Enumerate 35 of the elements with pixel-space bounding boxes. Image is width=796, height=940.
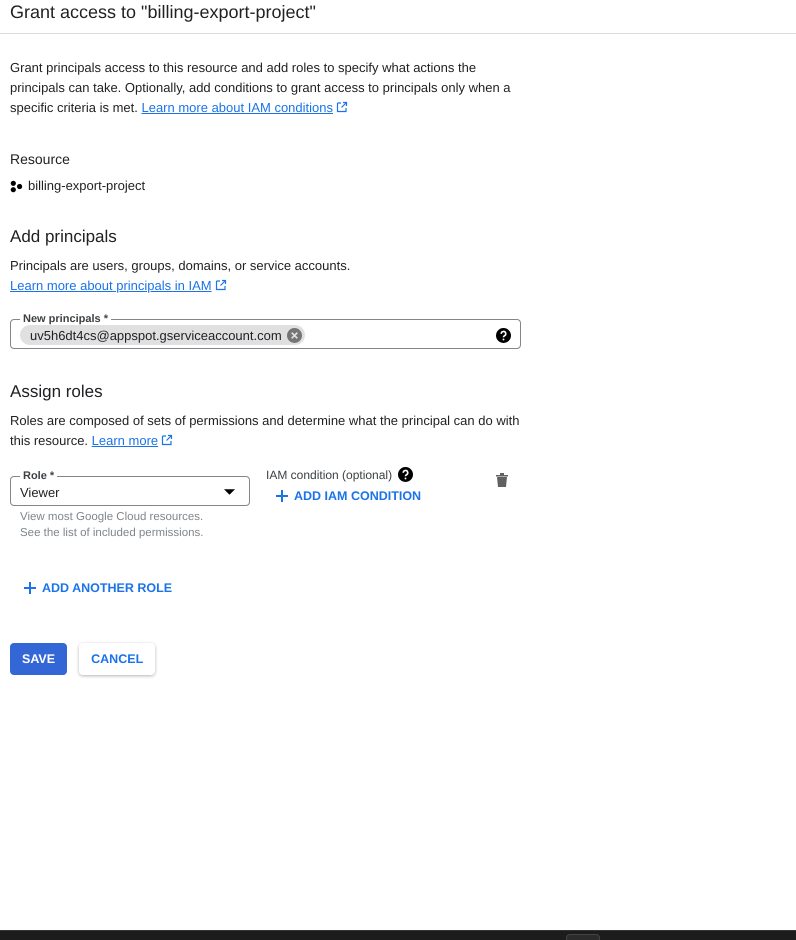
help-icon[interactable] (496, 328, 511, 342)
add-another-role-button[interactable]: ADD ANOTHER ROLE (24, 581, 172, 595)
principals-link[interactable]: Learn more about principals in IAM (10, 278, 212, 293)
role-hint: View most Google Cloud resources. (20, 510, 204, 525)
dialog-title: Grant access to "billing-export-project" (9, 1, 317, 24)
new-principals-field[interactable]: New principals * uv5h6dt4cs@appspot.gserviceaccount.com (10, 313, 521, 349)
add-iam-condition-button[interactable]: ADD IAM CONDITION (276, 489, 422, 503)
principals-description: Principals are users, groups, domains, or service accounts. Learn more about principals in IAM (10, 257, 352, 295)
chip-text: uv5h6dt4cs@appspot.gserviceaccount.com (30, 328, 282, 342)
section-heading: Assign roles (10, 381, 104, 403)
iam-conditions-link[interactable]: Learn more about IAM conditions (141, 100, 333, 115)
caret-icon (224, 489, 235, 495)
field-label: Role * (22, 470, 56, 482)
dropdown-value: Viewer (20, 484, 60, 500)
save-button[interactable]: SAVE (10, 643, 68, 675)
delete-icon[interactable] (496, 473, 508, 487)
role-hint: See the list of included permissions. (20, 526, 204, 541)
field-label: New principals * (22, 313, 109, 325)
section-heading: Add principals (10, 226, 118, 248)
condition-label: IAM condition (optional) (266, 468, 392, 482)
roles-description: Roles are composed of sets of permissions and determine what the principal can do with this resource. Learn more (10, 412, 520, 450)
intro-paragraph: Grant principals access to this resource and add roles to specify what actions the principals can take. Optionally, add conditions to grant access to principals only when a specific criteria is met. Learn more about IAM conditions (10, 59, 512, 117)
role-dropdown[interactable]: Role * Viewer (10, 470, 250, 506)
plus-icon (276, 490, 288, 502)
cancel-button[interactable]: CANCEL (79, 643, 156, 675)
section-heading: Resource (10, 150, 71, 169)
resource-name: billing-export-project (28, 177, 146, 195)
plus-icon (24, 582, 36, 594)
external-link-icon (336, 101, 348, 113)
project-icon (10, 180, 23, 192)
external-link-icon (214, 279, 227, 291)
learn-more-link[interactable]: Learn more (92, 433, 158, 448)
help-icon[interactable] (398, 467, 414, 482)
remove-icon[interactable] (286, 328, 302, 342)
external-link-icon (161, 434, 174, 446)
